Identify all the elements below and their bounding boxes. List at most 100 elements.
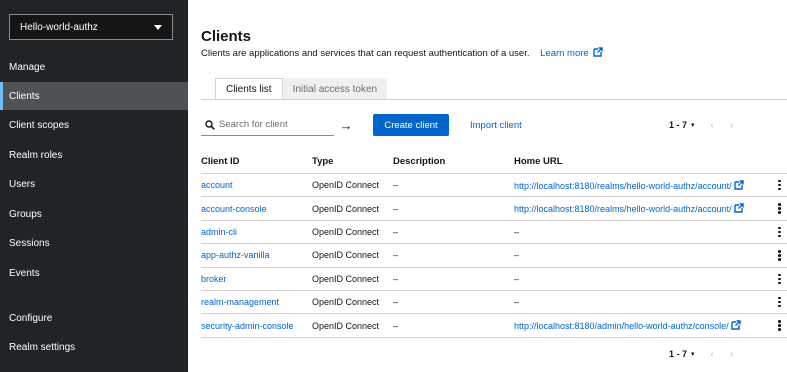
next-page-button[interactable]: › [730,349,733,360]
search-input[interactable]: Search for client [201,114,334,136]
pagination-top: 1 - 7 ▾ ‹ › [669,114,749,136]
row-actions-button[interactable] [772,250,787,261]
row-actions-button[interactable] [772,320,787,331]
learn-more-label: Learn more [540,48,589,59]
pagination-count[interactable]: 1 - 7 [669,120,687,130]
client-id-link[interactable]: broker [201,274,227,284]
pagination-bottom: 1 - 7 ▾ ‹ › [669,343,749,365]
prev-page-button[interactable]: ‹ [711,349,714,360]
client-id-link[interactable]: admin-cli [201,227,237,237]
home-url-text: http://localhost:8180/admin/hello-world-… [514,321,729,332]
clients-table: Client ID Type Description Home URL acco… [201,150,787,338]
client-home-url: – [514,274,772,284]
kebab-icon [778,179,781,191]
learn-more-link[interactable]: Learn more [540,47,604,59]
row-actions-button[interactable] [772,273,787,284]
client-id-link[interactable]: account [201,180,233,190]
sidebar-item-realm-settings[interactable]: Realm settings [0,333,188,361]
sidebar: Hello-world-authz Manage Clients Client … [0,0,188,372]
home-url-link[interactable]: http://localhost:8180/realms/hello-world… [514,203,744,215]
row-actions-button[interactable] [772,296,787,308]
tab-initial-access-token[interactable]: Initial access token [282,78,388,100]
client-id-link[interactable]: app-authz-vanilla [201,250,270,260]
home-url-text: – [514,226,520,237]
header-home-url: Home URL [514,156,563,167]
sidebar-item-realm-roles[interactable]: Realm roles [0,141,188,169]
client-type: OpenID Connect [312,297,380,308]
table-row: realm-management OpenID Connect – – [201,291,787,315]
chevron-down-icon[interactable]: ▾ [691,350,695,358]
tab-bar: Clients list Initial access token [215,78,388,100]
home-url-text: – [514,273,520,284]
kebab-icon [778,296,781,308]
client-id-link[interactable]: account-console [201,204,267,214]
client-type: OpenID Connect [312,180,380,191]
next-page-button[interactable]: › [730,120,733,131]
client-home-url: – [514,227,772,237]
sidebar-item-client-scopes[interactable]: Client scopes [0,111,188,139]
row-actions-button[interactable] [772,179,787,191]
header-client-id[interactable]: Client ID [201,156,312,167]
sidebar-item-label: Clients [9,90,40,102]
client-home-url: http://localhost:8180/realms/hello-world… [514,203,772,214]
pagination-count[interactable]: 1 - 7 [669,349,687,359]
sidebar-item-label: Realm roles [9,149,63,161]
home-url-link[interactable]: http://localhost:8180/admin/hello-world-… [514,320,741,332]
client-type: OpenID Connect [312,226,380,237]
client-home-url: http://localhost:8180/realms/hello-world… [514,179,772,191]
home-url-text: http://localhost:8180/realms/hello-world… [514,204,732,215]
table-row: app-authz-vanilla OpenID Connect – – [201,244,787,268]
row-actions-button[interactable] [772,203,787,214]
arrow-right-icon: → [339,117,353,133]
chevron-down-icon[interactable]: ▾ [691,121,695,129]
client-description: – [393,180,399,191]
client-id-link[interactable]: security-admin-console [201,321,294,331]
create-client-button[interactable]: Create client [373,114,449,136]
tab-clients-list[interactable]: Clients list [215,78,283,100]
sidebar-item-sessions[interactable]: Sessions [0,229,188,257]
client-home-url: – [514,297,772,307]
sidebar-item-events[interactable]: Events [0,259,188,287]
external-link-icon [593,47,604,57]
kebab-icon [778,320,781,331]
realm-selector[interactable]: Hello-world-authz [9,14,173,40]
client-type: OpenID Connect [312,320,380,331]
table-row: account-console OpenID Connect – http://loc… [201,197,787,221]
table-row: admin-cli OpenID Connect – – [201,221,787,245]
home-url-text: – [514,250,520,261]
row-actions-button[interactable] [772,226,787,238]
sidebar-item-label: Users [9,178,36,190]
description-text: Clients are applications and services th… [201,48,530,59]
tab-divider [201,99,787,100]
client-home-url: – [514,250,772,260]
page-title: Clients [201,28,252,45]
client-id-link[interactable]: realm-management [201,297,279,307]
import-client-button[interactable]: Import client [470,114,522,136]
home-url-text: – [514,297,520,308]
header-description: Description [393,156,446,167]
sidebar-item-clients[interactable]: Clients [0,82,188,110]
sidebar-item-label: Realm settings [9,341,76,353]
sidebar-item-groups[interactable]: Groups [0,200,188,228]
client-description: – [393,203,399,214]
sidebar-item-label: Events [9,267,40,279]
home-url-link[interactable]: http://localhost:8180/realms/hello-world… [514,179,744,191]
client-description: – [393,226,399,237]
client-type: OpenID Connect [312,273,380,284]
home-url-text: http://localhost:8180/realms/hello-world… [514,180,732,191]
search-icon [205,119,215,130]
kebab-icon [778,250,781,261]
external-link-icon [733,179,744,190]
search-placeholder: Search for client [219,119,288,130]
kebab-icon [778,226,781,238]
client-type: OpenID Connect [312,250,380,261]
header-type[interactable]: Type [312,156,393,167]
prev-page-button[interactable]: ‹ [711,120,714,131]
table-header: Client ID Type Description Home URL [201,150,787,174]
sidebar-item-users[interactable]: Users [0,170,188,198]
tab-label: Clients list [226,84,272,95]
client-description: – [393,250,399,261]
kebab-icon [778,273,781,284]
caret-down-icon [154,24,162,30]
search-submit-button[interactable]: → [334,114,358,136]
